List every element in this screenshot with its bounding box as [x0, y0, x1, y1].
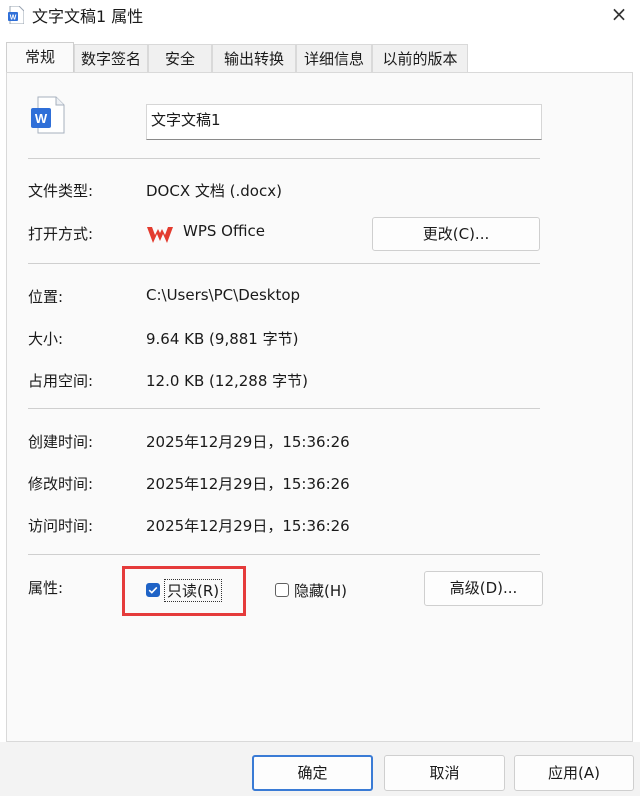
created-label: 创建时间:	[28, 433, 94, 451]
word-icon-letter: W	[35, 111, 48, 126]
tab-previous-versions[interactable]: 以前的版本	[372, 44, 468, 72]
change-button[interactable]: 更改(C)...	[372, 217, 540, 251]
created-value: 2025年12月29日，15:36:26	[146, 433, 350, 451]
tab-output-convert[interactable]: 输出转换	[212, 44, 296, 72]
size-value: 9.64 KB (9,881 字节)	[146, 330, 299, 348]
modified-value: 2025年12月29日，15:36:26	[146, 475, 350, 493]
word-document-icon: W	[8, 5, 25, 25]
size-on-disk-label: 占用空间:	[28, 372, 94, 390]
size-label: 大小:	[28, 330, 64, 348]
file-name-input[interactable]: 文字文稿1	[146, 104, 542, 140]
hidden-checkbox[interactable]	[275, 583, 289, 597]
accessed-value: 2025年12月29日，15:36:26	[146, 517, 350, 535]
divider	[28, 554, 540, 555]
tab-details[interactable]: 详细信息	[296, 44, 372, 72]
divider	[28, 263, 540, 264]
accessed-label: 访问时间:	[28, 517, 94, 535]
tab-bar: 常规 数字签名 安全 输出转换 详细信息 以前的版本	[0, 42, 640, 72]
tab-general[interactable]: 常规	[6, 42, 74, 72]
close-icon: ×	[610, 2, 628, 26]
file-type-icon: W	[30, 96, 66, 134]
cancel-button[interactable]: 取消	[384, 755, 505, 791]
divider	[28, 158, 540, 159]
divider	[28, 408, 540, 409]
modified-label: 修改时间:	[28, 475, 94, 493]
close-button[interactable]: ×	[604, 0, 634, 30]
svg-text:W: W	[10, 15, 17, 22]
apply-button[interactable]: 应用(A)	[514, 755, 634, 791]
checkmark-icon	[148, 586, 158, 594]
wps-logo-icon	[146, 224, 174, 246]
general-panel	[6, 72, 633, 742]
size-on-disk-value: 12.0 KB (12,288 字节)	[146, 372, 309, 390]
opens-with-label: 打开方式:	[28, 225, 94, 243]
title-bar: W 文字文稿1 属性 ×	[0, 0, 640, 32]
file-type-label: 文件类型:	[28, 182, 94, 200]
location-value: C:\Users\PC\Desktop	[146, 286, 301, 304]
readonly-label[interactable]: 只读(R)	[164, 579, 223, 602]
tab-digital-signature[interactable]: 数字签名	[74, 44, 148, 72]
hidden-label[interactable]: 隐藏(H)	[294, 580, 347, 601]
ok-button[interactable]: 确定	[252, 755, 373, 791]
readonly-checkbox[interactable]	[146, 583, 160, 597]
file-type-value: DOCX 文档 (.docx)	[146, 182, 282, 200]
tab-security[interactable]: 安全	[148, 44, 212, 72]
opens-with-value: WPS Office	[183, 222, 265, 240]
advanced-button[interactable]: 高级(D)...	[424, 571, 543, 606]
attributes-label: 属性:	[28, 579, 64, 597]
location-label: 位置:	[28, 288, 64, 306]
window-title: 文字文稿1 属性	[32, 7, 144, 26]
